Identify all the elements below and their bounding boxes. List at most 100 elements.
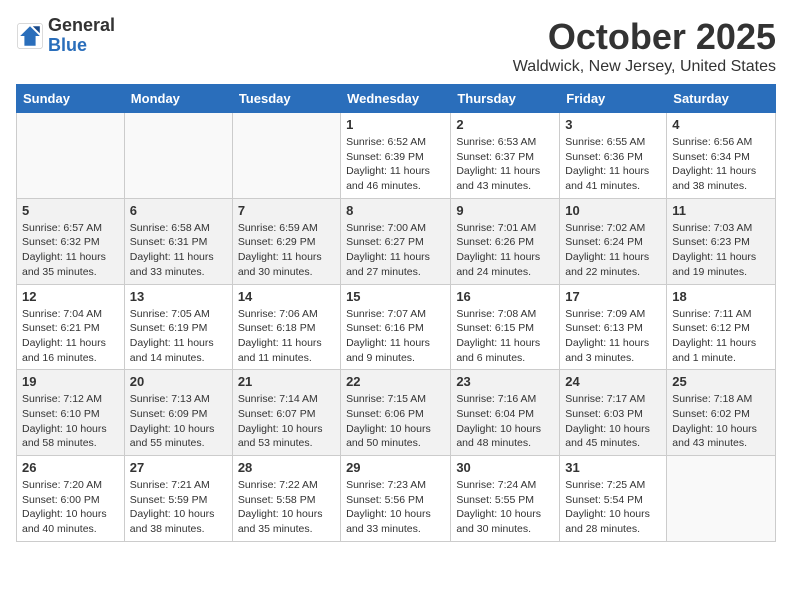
day-info: Sunrise: 7:17 AM Sunset: 6:03 PM Dayligh…: [565, 392, 661, 451]
day-number: 19: [22, 374, 119, 389]
calendar-header-row: SundayMondayTuesdayWednesdayThursdayFrid…: [17, 85, 776, 113]
calendar-week-2: 5 Sunrise: 6:57 AM Sunset: 6:32 PM Daylig…: [17, 198, 776, 284]
day-number: 26: [22, 460, 119, 475]
day-number: 6: [130, 203, 227, 218]
calendar-cell: 25Sunrise: 7:18 AM Sunset: 6:02 PM Dayli…: [667, 370, 776, 456]
day-info: Sunrise: 7:25 AM Sunset: 5:54 PM Dayligh…: [565, 478, 661, 537]
calendar-cell: 23Sunrise: 7:16 AM Sunset: 6:04 PM Dayli…: [451, 370, 560, 456]
calendar-cell: 15 Sunrise: 7:07 AM Sunset: 6:16 PM Dayli…: [341, 284, 451, 370]
calendar-cell: 6 Sunrise: 6:58 AM Sunset: 6:31 PM Daylig…: [124, 198, 232, 284]
day-number: 9: [456, 203, 554, 218]
day-number: 20: [130, 374, 227, 389]
day-info: Sunrise: 6:53 AM Sunset: 6:37 PM Dayligh…: [456, 135, 554, 194]
page-header: General Blue October 2025 Waldwick, New …: [16, 16, 776, 76]
day-info: Sunrise: 7:24 AM Sunset: 5:55 PM Dayligh…: [456, 478, 554, 537]
calendar-cell: 17 Sunrise: 7:09 AM Sunset: 6:13 PM Dayli…: [560, 284, 667, 370]
day-number: 27: [130, 460, 227, 475]
day-number: 28: [238, 460, 335, 475]
day-number: 7: [238, 203, 335, 218]
day-number: 30: [456, 460, 554, 475]
calendar-week-3: 12Sunrise: 7:04 AM Sunset: 6:21 PM Dayli…: [17, 284, 776, 370]
day-number: 22: [346, 374, 445, 389]
day-number: 24: [565, 374, 661, 389]
calendar-cell: 30 Sunrise: 7:24 AM Sunset: 5:55 PM Dayli…: [451, 456, 560, 542]
logo: General Blue: [16, 16, 115, 56]
day-info: Sunrise: 6:58 AM Sunset: 6:31 PM Dayligh…: [130, 221, 227, 280]
col-header-sunday: Sunday: [17, 85, 125, 113]
calendar-cell: 11 Sunrise: 7:03 AM Sunset: 6:23 PM Dayli…: [667, 198, 776, 284]
day-number: 13: [130, 289, 227, 304]
day-info: Sunrise: 7:03 AM Sunset: 6:23 PM Dayligh…: [672, 221, 770, 280]
calendar-cell: 16 Sunrise: 7:08 AM Sunset: 6:15 PM Dayli…: [451, 284, 560, 370]
day-number: 31: [565, 460, 661, 475]
calendar-cell: 3Sunrise: 6:55 AM Sunset: 6:36 PM Daylig…: [560, 113, 667, 199]
col-header-saturday: Saturday: [667, 85, 776, 113]
calendar-cell: 12Sunrise: 7:04 AM Sunset: 6:21 PM Dayli…: [17, 284, 125, 370]
day-info: Sunrise: 7:07 AM Sunset: 6:16 PM Dayligh…: [346, 307, 445, 366]
day-number: 5: [22, 203, 119, 218]
calendar-cell: [232, 113, 340, 199]
calendar-cell: 28 Sunrise: 7:22 AM Sunset: 5:58 PM Dayli…: [232, 456, 340, 542]
day-number: 21: [238, 374, 335, 389]
day-info: Sunrise: 6:56 AM Sunset: 6:34 PM Dayligh…: [672, 135, 770, 194]
col-header-monday: Monday: [124, 85, 232, 113]
title-block: October 2025 Waldwick, New Jersey, Unite…: [513, 16, 776, 76]
day-info: Sunrise: 7:12 AM Sunset: 6:10 PM Dayligh…: [22, 392, 119, 451]
day-number: 8: [346, 203, 445, 218]
calendar-cell: 18 Sunrise: 7:11 AM Sunset: 6:12 PM Dayli…: [667, 284, 776, 370]
col-header-tuesday: Tuesday: [232, 85, 340, 113]
day-number: 17: [565, 289, 661, 304]
day-info: Sunrise: 7:22 AM Sunset: 5:58 PM Dayligh…: [238, 478, 335, 537]
calendar-cell: 4 Sunrise: 6:56 AM Sunset: 6:34 PM Daylig…: [667, 113, 776, 199]
day-info: Sunrise: 7:02 AM Sunset: 6:24 PM Dayligh…: [565, 221, 661, 280]
day-info: Sunrise: 7:15 AM Sunset: 6:06 PM Dayligh…: [346, 392, 445, 451]
calendar-week-1: 1 Sunrise: 6:52 AM Sunset: 6:39 PM Daylig…: [17, 113, 776, 199]
day-info: Sunrise: 7:14 AM Sunset: 6:07 PM Dayligh…: [238, 392, 335, 451]
calendar-title: October 2025: [513, 16, 776, 58]
calendar-subtitle: Waldwick, New Jersey, United States: [513, 58, 776, 76]
calendar-cell: 7 Sunrise: 6:59 AM Sunset: 6:29 PM Daylig…: [232, 198, 340, 284]
day-info: Sunrise: 6:59 AM Sunset: 6:29 PM Dayligh…: [238, 221, 335, 280]
day-number: 18: [672, 289, 770, 304]
calendar-cell: 20 Sunrise: 7:13 AM Sunset: 6:09 PM Dayli…: [124, 370, 232, 456]
calendar-cell: 24 Sunrise: 7:17 AM Sunset: 6:03 PM Dayli…: [560, 370, 667, 456]
day-info: Sunrise: 6:52 AM Sunset: 6:39 PM Dayligh…: [346, 135, 445, 194]
calendar-table: SundayMondayTuesdayWednesdayThursdayFrid…: [16, 84, 776, 542]
calendar-cell: [667, 456, 776, 542]
day-number: 11: [672, 203, 770, 218]
day-number: 14: [238, 289, 335, 304]
day-number: 25: [672, 374, 770, 389]
day-number: 15: [346, 289, 445, 304]
day-info: Sunrise: 7:21 AM Sunset: 5:59 PM Dayligh…: [130, 478, 227, 537]
day-number: 12: [22, 289, 119, 304]
calendar-cell: 9Sunrise: 7:01 AM Sunset: 6:26 PM Daylig…: [451, 198, 560, 284]
day-number: 4: [672, 117, 770, 132]
day-info: Sunrise: 7:05 AM Sunset: 6:19 PM Dayligh…: [130, 307, 227, 366]
calendar-week-5: 26Sunrise: 7:20 AM Sunset: 6:00 PM Dayli…: [17, 456, 776, 542]
calendar-cell: 21 Sunrise: 7:14 AM Sunset: 6:07 PM Dayli…: [232, 370, 340, 456]
logo-icon: [16, 22, 44, 50]
day-info: Sunrise: 7:09 AM Sunset: 6:13 PM Dayligh…: [565, 307, 661, 366]
day-info: Sunrise: 6:57 AM Sunset: 6:32 PM Dayligh…: [22, 221, 119, 280]
calendar-cell: 8 Sunrise: 7:00 AM Sunset: 6:27 PM Daylig…: [341, 198, 451, 284]
day-info: Sunrise: 7:13 AM Sunset: 6:09 PM Dayligh…: [130, 392, 227, 451]
day-number: 1: [346, 117, 445, 132]
calendar-cell: 31 Sunrise: 7:25 AM Sunset: 5:54 PM Dayli…: [560, 456, 667, 542]
calendar-cell: 1 Sunrise: 6:52 AM Sunset: 6:39 PM Daylig…: [341, 113, 451, 199]
calendar-cell: 26Sunrise: 7:20 AM Sunset: 6:00 PM Dayli…: [17, 456, 125, 542]
day-number: 16: [456, 289, 554, 304]
day-info: Sunrise: 7:11 AM Sunset: 6:12 PM Dayligh…: [672, 307, 770, 366]
calendar-cell: 5 Sunrise: 6:57 AM Sunset: 6:32 PM Daylig…: [17, 198, 125, 284]
calendar-cell: 29Sunrise: 7:23 AM Sunset: 5:56 PM Dayli…: [341, 456, 451, 542]
calendar-cell: 19 Sunrise: 7:12 AM Sunset: 6:10 PM Dayli…: [17, 370, 125, 456]
day-number: 10: [565, 203, 661, 218]
logo-text: General Blue: [48, 16, 115, 56]
calendar-cell: [17, 113, 125, 199]
day-number: 2: [456, 117, 554, 132]
day-info: Sunrise: 7:00 AM Sunset: 6:27 PM Dayligh…: [346, 221, 445, 280]
day-info: Sunrise: 7:08 AM Sunset: 6:15 PM Dayligh…: [456, 307, 554, 366]
col-header-thursday: Thursday: [451, 85, 560, 113]
calendar-cell: 22 Sunrise: 7:15 AM Sunset: 6:06 PM Dayli…: [341, 370, 451, 456]
calendar-cell: [124, 113, 232, 199]
calendar-cell: 13 Sunrise: 7:05 AM Sunset: 6:19 PM Dayli…: [124, 284, 232, 370]
